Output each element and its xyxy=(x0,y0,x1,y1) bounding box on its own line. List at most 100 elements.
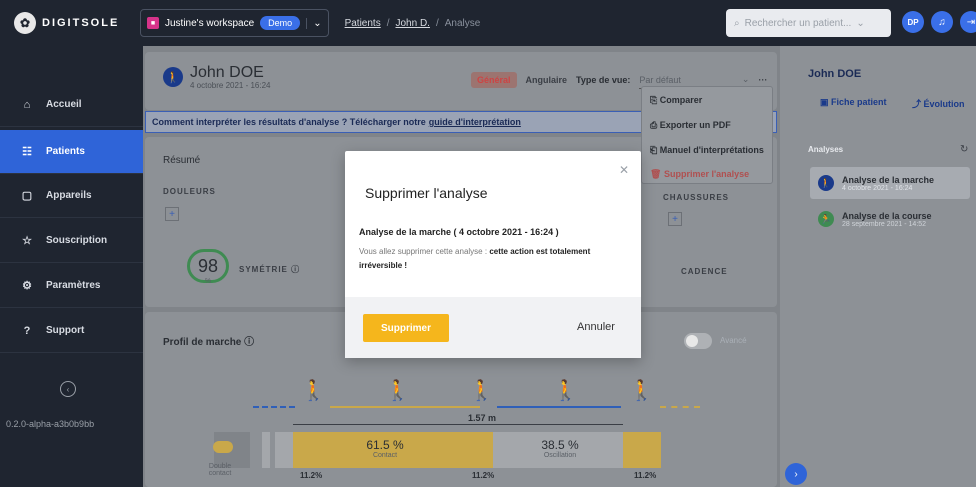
menu-item-label: Manuel d'interprétations xyxy=(659,145,764,155)
app-version: 0.2.0-alpha-a3b0b9bb xyxy=(6,419,95,429)
support-icon: ? xyxy=(23,324,31,337)
walker-figure-icon: 🚶 xyxy=(385,380,410,402)
trash-icon: 🗑 xyxy=(650,169,662,179)
breadcrumb-current: Analyse xyxy=(444,17,481,29)
chaussures-label: CHAUSSURES xyxy=(663,193,730,202)
cancel-button[interactable]: Annuler xyxy=(577,321,615,333)
devices-icon: ▢ xyxy=(21,190,33,202)
modal-title: Supprimer l'analyse xyxy=(365,185,488,201)
trend-icon: ⤴ xyxy=(912,99,922,109)
oscillation-percent: 38.5 % xyxy=(541,438,579,452)
walker-figure-icon: 🚶 xyxy=(301,380,326,402)
breadcrumb-patient[interactable]: John D. xyxy=(396,18,430,29)
sidebar-item-appareils[interactable]: ▢ Appareils xyxy=(0,174,143,218)
foot-icon xyxy=(213,441,233,453)
double-contact-label: Double contact xyxy=(208,463,232,477)
run-icon: 🏃 xyxy=(818,211,834,227)
add-shoe-button[interactable]: + xyxy=(668,212,682,226)
guide-link[interactable]: guide d'interprétation xyxy=(429,117,521,127)
workspace-icon: ■ xyxy=(147,17,159,29)
phase-bar xyxy=(275,432,293,468)
bell-icon[interactable]: ♫ xyxy=(931,11,953,33)
options-dropdown: ⎘ Comparer ⎙ Exporter un PDF ⎗ Manuel d'… xyxy=(641,86,773,184)
sidebar-item-patients[interactable]: ☷ Patients xyxy=(0,130,143,174)
id-card-icon: ▣ xyxy=(820,97,829,107)
menu-item-manual[interactable]: ⎗ Manuel d'interprétations xyxy=(650,145,764,156)
sidebar-item-souscription[interactable]: ☆ Souscription xyxy=(0,219,143,263)
stride-distance: 1.57 m xyxy=(468,413,497,423)
symmetry-label: SYMÉTRIE ⓘ xyxy=(239,264,300,275)
sidebar-item-label: Patients xyxy=(46,146,85,157)
modal-body: Vous allez supprimer cette analyse : cet… xyxy=(359,245,629,273)
patient-search[interactable]: ⌕ Rechercher un patient... ⌄ xyxy=(726,9,891,37)
settings-icon: ⚙ xyxy=(22,280,32,292)
menu-item-export-pdf[interactable]: ⎙ Exporter un PDF xyxy=(650,120,731,131)
menu-item-delete[interactable]: 🗑 Supprimer l'analyse xyxy=(650,169,749,180)
banner-text: Comment interpréter les résultats d'anal… xyxy=(152,117,426,127)
sidebar-item-accueil[interactable]: ⌂ Accueil xyxy=(0,83,143,127)
add-douleur-button[interactable]: + xyxy=(165,207,179,221)
menu-item-compare[interactable]: ⎘ Comparer xyxy=(650,95,702,106)
refresh-icon[interactable]: ↻ xyxy=(960,144,968,155)
close-icon[interactable]: ✕ xyxy=(619,163,629,177)
cadence-label: CADENCE xyxy=(681,267,728,276)
breadcrumb-sep: / xyxy=(386,17,390,29)
right-foot-line xyxy=(660,406,700,408)
chevron-down-icon: ⌄ xyxy=(856,17,865,29)
analysis-title: Analyse de la marche xyxy=(842,174,935,185)
advanced-label: Avancé xyxy=(720,336,747,345)
help-icon[interactable]: ⓘ xyxy=(244,337,254,348)
phase-percent: 11.2% xyxy=(300,471,323,480)
walker-figure-icon: 🚶 xyxy=(553,380,578,402)
tab-angulaire[interactable]: Angulaire xyxy=(526,75,568,85)
subscription-icon: ☆ xyxy=(22,235,32,247)
gait-profile-title-text: Profil de marche xyxy=(163,337,242,348)
walk-icon: 🚶 xyxy=(163,67,183,87)
help-icon[interactable]: ⓘ xyxy=(291,265,300,274)
collapse-sidebar-icon[interactable]: ‹ xyxy=(60,381,76,397)
compare-icon: ⎘ xyxy=(650,95,658,105)
modal-body-text: Vous allez supprimer cette analyse : xyxy=(359,247,488,256)
more-options-button[interactable]: ··· xyxy=(758,75,767,85)
sidebar-item-support[interactable]: ? Support xyxy=(0,309,143,353)
breadcrumb-patients[interactable]: Patients xyxy=(345,18,381,29)
breadcrumb-sep: / xyxy=(435,17,439,29)
menu-item-label: Supprimer l'analyse xyxy=(663,169,750,179)
home-icon: ⌂ xyxy=(23,98,31,111)
sidebar-item-label: Support xyxy=(46,325,85,336)
distance-line xyxy=(293,424,623,425)
avatar[interactable]: DP xyxy=(902,11,924,33)
logout-icon[interactable]: ⇥ xyxy=(960,11,976,33)
patient-record-button[interactable]: ▣ Fiche patient xyxy=(820,97,887,108)
evolution-button[interactable]: ⤴ Évolution xyxy=(912,97,965,110)
logo[interactable]: ✿ DIGITSOLE xyxy=(0,12,140,34)
analysis-list-item[interactable]: 🏃 Analyse de la course 28 septembre 2021… xyxy=(810,203,970,235)
sidebar-item-label: Paramètres xyxy=(46,280,101,291)
modal-subtitle: Analyse de la marche ( 4 octobre 2021 - … xyxy=(359,227,559,237)
analyses-title: Analyses xyxy=(808,145,844,154)
workspace-selector[interactable]: ■ Justine's workspace Demo ⌄ xyxy=(140,9,329,37)
patients-icon: ☷ xyxy=(22,146,32,158)
tab-general[interactable]: Général xyxy=(471,72,517,88)
walk-icon: 🚶 xyxy=(818,175,834,191)
expand-panel-button[interactable]: › xyxy=(785,463,807,485)
advanced-toggle[interactable] xyxy=(684,333,712,349)
sidebar-item-label: Accueil xyxy=(46,99,82,110)
summary-title: Résumé xyxy=(163,155,201,166)
sidebar-item-parametres[interactable]: ⚙ Paramètres xyxy=(0,264,143,308)
left-foot-line xyxy=(497,406,621,408)
phase-bar xyxy=(262,432,270,468)
search-input[interactable]: Rechercher un patient... xyxy=(745,18,852,29)
analysis-list-item[interactable]: 🚶 Analyse de la marche 4 octobre 2021 - … xyxy=(810,167,970,199)
contact-label: Contact xyxy=(372,452,398,459)
walker-figure-icon: 🚶 xyxy=(629,380,654,402)
phase-percent: 11.2% xyxy=(472,471,495,480)
walker-figure-icon: 🚶 xyxy=(469,380,494,402)
confirm-delete-button[interactable]: Supprimer xyxy=(363,314,449,342)
patient-record-label: Fiche patient xyxy=(831,97,887,107)
delete-analysis-modal: ✕ Supprimer l'analyse Analyse de la marc… xyxy=(345,151,641,358)
modal-footer: Supprimer Annuler xyxy=(345,297,641,358)
workspace-name: Justine's workspace xyxy=(165,17,255,29)
analysis-date: 4 octobre 2021 - 16:24 xyxy=(842,184,913,192)
view-type-label: Type de vue: xyxy=(576,75,631,85)
